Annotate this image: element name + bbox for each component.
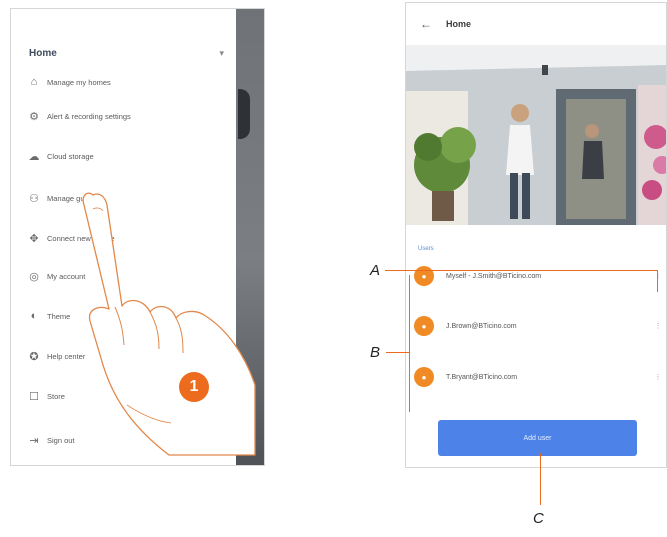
- right-phone-screen: ← Home Users ● Myself - J.Smith@BTicino.…: [405, 2, 667, 468]
- more-options-icon[interactable]: ⋮: [652, 373, 664, 381]
- callout-line-b: [386, 352, 409, 353]
- account-icon: ◎: [29, 270, 39, 283]
- camera-preview[interactable]: [406, 45, 667, 225]
- sign-out-icon: ⇥: [29, 434, 39, 447]
- back-arrow-icon[interactable]: ←: [406, 17, 446, 31]
- menu-item-manage-guests[interactable]: ⚇ Manage guests: [21, 187, 231, 209]
- store-icon: ☐: [29, 390, 39, 403]
- left-phone-screen: Home ▾ ⌂ Manage my homes ⚙ Alert & recor…: [10, 8, 265, 466]
- avatar: ●: [414, 266, 434, 286]
- callout-line-a: [385, 270, 658, 271]
- step-number-badge: 1: [179, 372, 209, 402]
- callout-line-c: [540, 453, 541, 505]
- chevron-down-icon[interactable]: ▾: [219, 48, 224, 59]
- menu-item-label: Manage my homes: [47, 77, 111, 87]
- user-email: J.Brown@BTicino.com: [446, 322, 517, 330]
- callout-bracket-b: [409, 275, 410, 412]
- menu-item-my-account[interactable]: ◎ My account: [21, 265, 231, 287]
- dimmed-app-element: [238, 89, 250, 139]
- user-email: T.Bryant@BTicino.com: [446, 373, 518, 381]
- menu-title: Home: [29, 47, 57, 59]
- house-icon: ⌂: [30, 76, 38, 88]
- menu-item-sign-out[interactable]: ⇥ Sign out: [21, 429, 231, 451]
- menu-item-label: Cloud storage: [47, 151, 94, 161]
- menu-item-label: Store: [47, 391, 65, 401]
- page-title: Home: [446, 19, 472, 29]
- menu-header[interactable]: Home ▾: [29, 43, 224, 63]
- user-row[interactable]: ● J.Brown@BTicino.com ⋮: [414, 313, 664, 339]
- user-row[interactable]: ● Myself - J.Smith@BTicino.com ⋮: [414, 263, 664, 289]
- top-bar: ← Home: [406, 3, 666, 45]
- menu-item-cloud-storage[interactable]: ☁ Cloud storage: [21, 145, 231, 167]
- cloud-storage-icon: ☁: [28, 150, 40, 163]
- callout-line-a-drop: [657, 270, 658, 292]
- user-row[interactable]: ● T.Bryant@BTicino.com ⋮: [414, 364, 664, 390]
- alert-settings-icon: ⚙: [29, 110, 39, 123]
- callout-label-b: B: [370, 344, 381, 361]
- connect-icon: ✥: [29, 232, 39, 245]
- avatar: ●: [414, 367, 434, 387]
- add-user-button[interactable]: Add user: [438, 420, 637, 456]
- menu-item-connect-device[interactable]: ✥ Connect new device: [21, 227, 231, 249]
- more-options-icon[interactable]: ⋮: [652, 272, 664, 280]
- callout-label-a: A: [370, 262, 381, 279]
- menu-item-theme[interactable]: ◐ Theme: [21, 305, 231, 327]
- menu-item-label: Manage guests: [47, 193, 99, 203]
- help-icon: ✪: [29, 350, 39, 363]
- menu-item-label: My account: [47, 271, 86, 281]
- avatar: ●: [414, 316, 434, 336]
- guests-icon: ⚇: [29, 192, 39, 205]
- menu-item-label: Help center: [47, 351, 86, 361]
- dimmed-background[interactable]: [236, 9, 264, 465]
- more-options-icon[interactable]: ⋮: [652, 322, 664, 330]
- callout-label-c: C: [533, 510, 544, 527]
- theme-icon: ◐: [30, 310, 38, 322]
- menu-item-alert-settings[interactable]: ⚙ Alert & recording settings: [21, 105, 231, 127]
- menu-item-label: Sign out: [47, 435, 75, 445]
- users-section-label: Users: [418, 246, 434, 252]
- menu-item-manage-homes[interactable]: ⌂ Manage my homes: [21, 71, 231, 93]
- menu-item-label: Theme: [47, 311, 71, 321]
- menu-item-help-center[interactable]: ✪ Help center: [21, 345, 231, 367]
- menu-item-label: Alert & recording settings: [47, 111, 131, 121]
- menu-item-label: Connect new device: [47, 233, 115, 243]
- user-email: Myself - J.Smith@BTicino.com: [446, 272, 542, 280]
